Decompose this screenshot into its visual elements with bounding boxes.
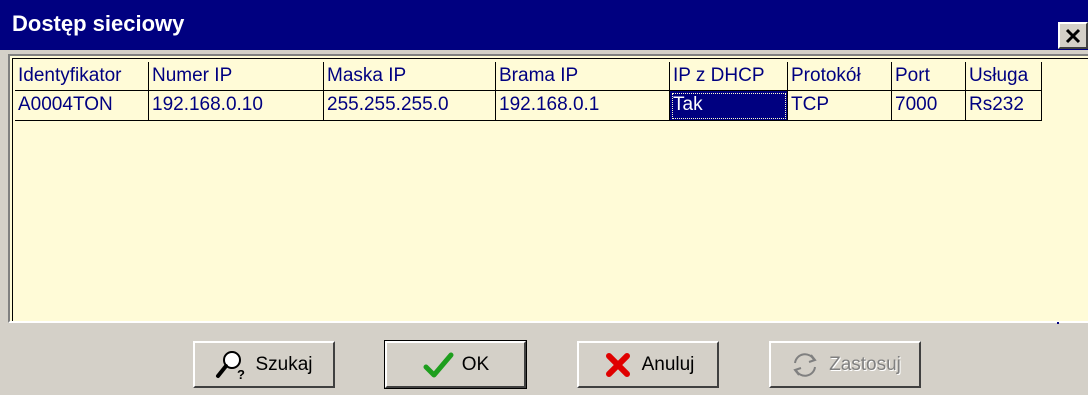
svg-text:?: ? <box>237 367 245 381</box>
magnifier-question-icon: ? <box>215 349 247 381</box>
column-header-maska-ip[interactable]: Maska IP <box>324 62 496 91</box>
table-cell[interactable]: 192.168.0.1 <box>496 91 670 121</box>
apply-button[interactable]: Zastosuj <box>769 341 921 388</box>
title-bar[interactable]: Dostęp sieciowy <box>0 0 1088 50</box>
table-cell[interactable]: 7000 <box>892 91 966 121</box>
checkmark-icon <box>422 349 454 381</box>
table-cell-selected[interactable]: Tak <box>670 91 788 121</box>
column-header-numer-ip[interactable]: Numer IP <box>149 62 324 91</box>
cancel-button[interactable]: Anuluj <box>577 341 719 388</box>
column-header-port[interactable]: Port <box>892 62 966 91</box>
window-title: Dostęp sieciowy <box>12 11 185 36</box>
apply-button-label: Zastosuj <box>829 353 901 375</box>
ok-button[interactable]: OK <box>384 340 527 389</box>
table-cell[interactable]: 192.168.0.10 <box>149 91 324 121</box>
table-cell[interactable]: TCP <box>788 91 892 121</box>
ok-button-label: OK <box>461 353 490 375</box>
network-access-dialog: Dostęp sieciowy Identyfikator Numer IP M… <box>0 0 1088 395</box>
table-cell[interactable]: Rs232 <box>966 91 1042 121</box>
search-button-label: Szukaj <box>255 353 313 375</box>
search-button[interactable]: ? Szukaj <box>193 341 335 388</box>
grid-marker <box>1057 322 1059 324</box>
close-button[interactable] <box>1058 22 1088 49</box>
grid-content: Identyfikator Numer IP Maska IP Brama IP… <box>12 58 1088 321</box>
column-header-brama-ip[interactable]: Brama IP <box>496 62 670 91</box>
column-header-protokol[interactable]: Protokół <box>788 62 892 91</box>
column-header-identyfikator[interactable]: Identyfikator <box>15 62 149 91</box>
column-header-ip-z-dhcp[interactable]: IP z DHCP <box>670 62 788 91</box>
close-icon <box>1065 28 1081 43</box>
column-header-usluga[interactable]: Usługa <box>966 62 1042 91</box>
red-x-icon <box>602 349 634 381</box>
table-cell[interactable]: 255.255.255.0 <box>324 91 496 121</box>
table-cell[interactable]: A0004TON <box>15 91 149 121</box>
network-devices-grid[interactable]: Identyfikator Numer IP Maska IP Brama IP… <box>8 54 1088 323</box>
refresh-arrows-icon <box>789 349 821 381</box>
cancel-button-label: Anuluj <box>641 353 695 375</box>
